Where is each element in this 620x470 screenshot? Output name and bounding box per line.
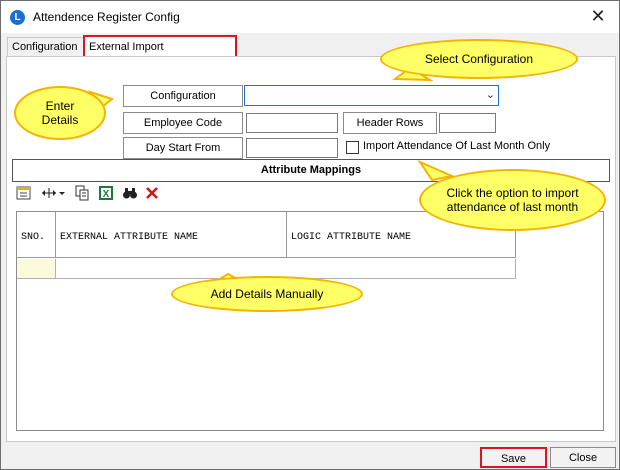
new-row-cell[interactable]: [56, 259, 516, 279]
close-button[interactable]: Close: [550, 447, 616, 468]
chevron-down-icon[interactable]: ⌄: [486, 86, 495, 105]
app-logo-icon: L: [10, 10, 25, 25]
binoculars-icon[interactable]: [122, 185, 138, 201]
header-rows-label: Header Rows: [343, 112, 437, 134]
import-last-month-label: Import Attendance Of Last Month Only: [363, 140, 551, 152]
window-title: Attendence Register Config: [33, 10, 180, 24]
column-header-sno[interactable]: SNO.: [17, 212, 56, 258]
config-window: L Attendence Register Config ✕ Configura…: [0, 0, 620, 470]
tab-configuration[interactable]: Configuration: [7, 37, 85, 57]
delete-icon[interactable]: [144, 185, 160, 201]
attribute-mappings-grid: SNO. EXTERNAL ATTRIBUTE NAME LOGIC ATTRI…: [16, 211, 604, 431]
column-header-external-attribute-name[interactable]: EXTERNAL ATTRIBUTE NAME: [56, 212, 287, 258]
import-last-month-checkbox[interactable]: [346, 141, 359, 154]
new-row-sno-cell[interactable]: [17, 259, 56, 279]
day-start-label: Day Start From: [123, 137, 243, 159]
save-button[interactable]: Save: [480, 447, 547, 468]
title-bar: L Attendence Register Config ✕: [1, 1, 619, 33]
excel-icon[interactable]: X: [98, 185, 114, 201]
svg-text:X: X: [103, 189, 110, 200]
day-start-input[interactable]: [246, 138, 338, 158]
configuration-dropdown[interactable]: ⌄: [244, 85, 499, 106]
window-close-icon[interactable]: ✕: [587, 5, 609, 27]
employee-code-input[interactable]: [246, 113, 338, 133]
column-header-logic-attribute-name[interactable]: LOGIC ATTRIBUTE NAME: [287, 212, 516, 258]
column-width-icon[interactable]: [40, 185, 66, 201]
copy-icon[interactable]: [74, 185, 90, 201]
add-row-icon[interactable]: [16, 185, 32, 201]
configuration-label: Configuration: [123, 85, 243, 107]
header-rows-input[interactable]: [439, 113, 496, 133]
attribute-mappings-header: Attribute Mappings: [12, 159, 610, 182]
employee-code-label: Employee Code: [123, 112, 243, 134]
